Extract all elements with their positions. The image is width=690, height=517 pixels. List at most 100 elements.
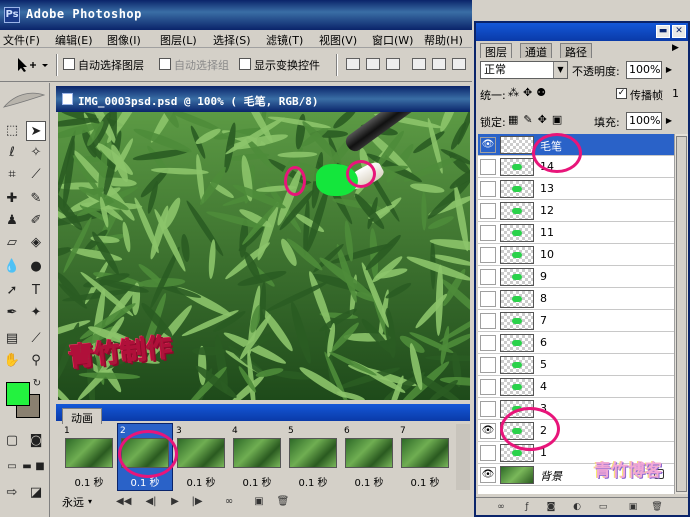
auto-select-group-checkbox[interactable]: [159, 58, 171, 70]
visibility-eye-icon[interactable]: [480, 291, 496, 307]
frame-delay[interactable]: 0.1 秒: [62, 474, 116, 489]
animation-frame[interactable]: 3 0.1 秒: [174, 424, 228, 490]
notes-tool-icon[interactable]: ▤: [2, 329, 22, 349]
visibility-eye-icon[interactable]: [480, 225, 496, 241]
feather-logo-icon[interactable]: [2, 89, 46, 111]
fill-input[interactable]: 100%: [626, 112, 662, 130]
frame-delay[interactable]: 0.1 秒: [398, 474, 452, 489]
next-frame-icon[interactable]: |▶: [190, 496, 204, 508]
animation-frame[interactable]: 6 0.1 秒: [342, 424, 396, 490]
close-palette-icon[interactable]: ✕: [672, 25, 686, 38]
tween-icon[interactable]: ∞: [222, 496, 236, 508]
opacity-arrow-icon[interactable]: ▶: [664, 62, 674, 78]
screen-mode-full-icon[interactable]: ■: [30, 457, 50, 477]
visibility-eye-icon[interactable]: 👁: [480, 137, 496, 153]
duplicate-frame-icon[interactable]: ▣: [252, 496, 266, 508]
loop-select[interactable]: 永远: [62, 494, 84, 510]
layers-palette-header[interactable]: ▬ ✕: [476, 23, 688, 41]
quickmask-mode-icon[interactable]: ◙: [26, 431, 46, 451]
visibility-eye-icon[interactable]: [480, 379, 496, 395]
auto-select-layer-checkbox[interactable]: [63, 58, 75, 70]
tab-channels[interactable]: 通道: [520, 43, 552, 59]
layer-row[interactable]: 13: [478, 178, 674, 200]
visibility-eye-icon[interactable]: [480, 313, 496, 329]
visibility-eye-icon[interactable]: [480, 401, 496, 417]
path-selection-icon[interactable]: ➚: [2, 281, 22, 301]
loop-dropdown-icon[interactable]: ▾: [88, 497, 92, 506]
hand-tool-icon[interactable]: ✋: [2, 351, 22, 371]
foreground-color-swatch[interactable]: [6, 382, 30, 406]
layer-row[interactable]: 11: [478, 222, 674, 244]
eyedropper-icon[interactable]: ⟋: [26, 329, 46, 349]
layer-row[interactable]: 6: [478, 332, 674, 354]
dodge-tool-icon[interactable]: ●: [26, 257, 46, 277]
visibility-eye-icon[interactable]: 👁: [480, 423, 496, 439]
menu-edit[interactable]: 编辑(E): [55, 32, 93, 48]
frame-delay[interactable]: 0.1 秒: [174, 474, 228, 489]
menu-file[interactable]: 文件(F): [3, 32, 40, 48]
visibility-eye-icon[interactable]: [480, 181, 496, 197]
play-icon[interactable]: ▶: [168, 496, 182, 508]
image-canvas[interactable]: 青竹制作: [58, 112, 470, 400]
visibility-eye-icon[interactable]: [480, 269, 496, 285]
show-transform-checkbox[interactable]: [239, 58, 251, 70]
lasso-tool-icon[interactable]: ℓ: [2, 143, 22, 163]
move-tool-icon[interactable]: ➤: [26, 121, 46, 141]
opacity-input[interactable]: 100%: [626, 61, 662, 79]
menu-filter[interactable]: 滤镜(T): [266, 32, 303, 48]
visibility-eye-icon[interactable]: [480, 445, 496, 461]
standard-mode-icon[interactable]: ▢: [2, 431, 22, 451]
imageready-icon[interactable]: ◪: [26, 483, 46, 503]
layer-mask-icon[interactable]: ◙: [544, 501, 558, 513]
zoom-tool-icon[interactable]: ⚲: [26, 351, 46, 371]
animation-frame[interactable]: 7 0.1 秒: [398, 424, 452, 490]
move-tool-icon[interactable]: [14, 56, 50, 74]
menu-view[interactable]: 视图(V): [319, 32, 357, 48]
layer-row[interactable]: 12: [478, 200, 674, 222]
layer-row[interactable]: 9: [478, 266, 674, 288]
palette-menu-icon[interactable]: ▶: [672, 43, 679, 53]
animation-frame[interactable]: 1 0.1 秒: [62, 424, 116, 490]
menu-image[interactable]: 图像(I): [107, 32, 141, 48]
scrollbar-thumb[interactable]: [676, 136, 687, 492]
document-title-bar[interactable]: IMG_0003psd.psd @ 100% ( 毛笔, RGB/8): [56, 86, 470, 112]
type-tool-icon[interactable]: T: [26, 281, 46, 301]
unify-buttons-icon[interactable]: ⁂✥⚉: [508, 86, 550, 99]
history-brush-icon[interactable]: ✐: [26, 211, 46, 231]
visibility-eye-icon[interactable]: [480, 159, 496, 175]
blur-tool-icon[interactable]: 💧: [2, 257, 22, 277]
tab-layers[interactable]: 图层: [480, 43, 512, 59]
layer-row[interactable]: 4: [478, 376, 674, 398]
align-left-icon[interactable]: [412, 58, 426, 70]
jump-to-imageready-icon[interactable]: ⇨: [2, 483, 22, 503]
pen-tool-icon[interactable]: ✒: [2, 303, 22, 323]
minimize-palette-icon[interactable]: ▬: [656, 25, 670, 38]
visibility-eye-icon[interactable]: 👁: [480, 467, 496, 483]
new-layer-icon[interactable]: ▣: [626, 501, 640, 513]
lock-buttons-icon[interactable]: ▦✎✥▣: [508, 113, 567, 126]
visibility-eye-icon[interactable]: [480, 335, 496, 351]
frames-scrollbar[interactable]: [456, 424, 470, 490]
eraser-tool-icon[interactable]: ▱: [2, 233, 22, 253]
tab-paths[interactable]: 路径: [560, 43, 592, 59]
stamp-tool-icon[interactable]: ♟: [2, 211, 22, 231]
visibility-eye-icon[interactable]: [480, 247, 496, 263]
layer-row[interactable]: 8: [478, 288, 674, 310]
propagate-frame-checkbox[interactable]: ✓: [616, 88, 627, 99]
paint-bucket-icon[interactable]: ◈: [26, 233, 46, 253]
first-frame-icon[interactable]: ◀◀: [116, 496, 131, 508]
frame-delay[interactable]: 0.1 秒: [230, 474, 284, 489]
crop-tool-icon[interactable]: ⌗: [2, 165, 22, 185]
delete-frame-icon[interactable]: 🗑: [276, 496, 290, 508]
layer-row[interactable]: 5: [478, 354, 674, 376]
blend-mode-select[interactable]: 正常 ▼: [480, 61, 568, 79]
marquee-tool-icon[interactable]: ⬚: [2, 121, 22, 141]
align-top-icon[interactable]: [346, 58, 360, 70]
slice-tool-icon[interactable]: ⟋: [26, 165, 46, 185]
new-group-icon[interactable]: ▭: [596, 501, 610, 513]
menu-select[interactable]: 选择(S): [213, 32, 251, 48]
previous-frame-icon[interactable]: ◀|: [144, 496, 158, 508]
fill-arrow-icon[interactable]: ▶: [664, 113, 674, 129]
visibility-eye-icon[interactable]: [480, 203, 496, 219]
align-vcenter-icon[interactable]: [366, 58, 380, 70]
